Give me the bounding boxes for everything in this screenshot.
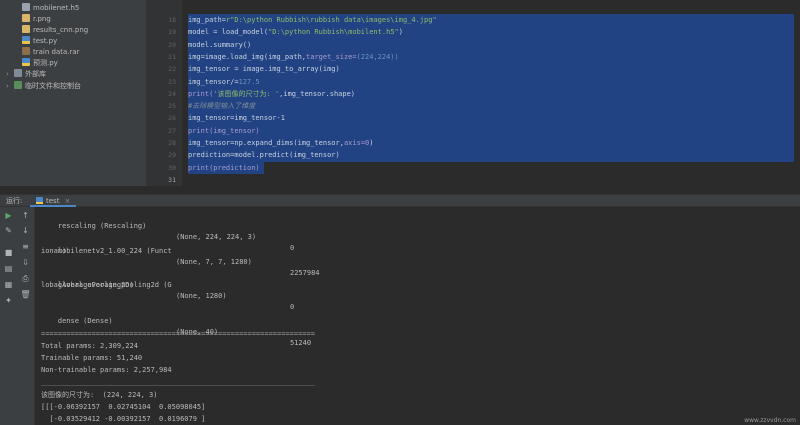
code-line[interactable]: print(prediction) [188, 162, 260, 174]
layout-icon[interactable]: ▤ [3, 263, 14, 274]
project-tree-panel: mobilenet.h5 r.png results_cnn.png test.… [0, 0, 146, 186]
archive-file-icon [22, 47, 30, 55]
code-line[interactable]: #去除模型输入了维度 [188, 100, 255, 112]
tree-item-external-libraries[interactable]: › 外部库 [6, 68, 46, 80]
console-line: [[[-0.06392157 0.02745104 0.05098045] [41, 403, 206, 411]
run-toolbar: ▶ ✎ ■ ▤ ▦ ✦ [0, 207, 17, 425]
wrench-icon[interactable]: ✎ [3, 225, 14, 236]
console-line: Non-trainable params: 2,257,984 [41, 366, 172, 374]
console-line: dense (Dense) (None, 40) 51240 [57, 317, 312, 347]
current-line-number: 31 [168, 175, 176, 184]
code-line[interactable]: img=image.load_img(img_path,target_size=… [188, 51, 399, 63]
run-tab-test[interactable]: test × [30, 195, 77, 207]
pin-icon[interactable]: ✦ [3, 295, 14, 306]
code-line[interactable]: img_tensor/=127.5 [188, 76, 260, 88]
code-line[interactable]: img_path=r"D:\python Rubbish\rubbish dat… [188, 14, 437, 26]
h5-file-icon [22, 3, 30, 11]
line-number: 28 [168, 139, 176, 147]
scroll-up-icon[interactable]: ↑ [20, 210, 31, 221]
scratches-icon [14, 81, 22, 89]
line-number: 21 [168, 52, 176, 61]
python-file-icon [22, 36, 30, 44]
code-line[interactable]: img_tensor=np.expand_dims(img_tensor,axi… [188, 137, 373, 149]
line-number: 19 [168, 28, 176, 37]
chevron-right-icon[interactable]: › [6, 80, 14, 92]
print-output-icon[interactable]: ⎙ [20, 273, 31, 284]
console-line: rescaling (Rescaling) (None, 224, 224, 3… [57, 222, 295, 252]
trash-icon[interactable]: 🗑 [20, 289, 31, 300]
soft-wrap-icon[interactable]: ≡ [20, 241, 31, 252]
code-line[interactable]: img_tensor=img_tensor-1 [188, 112, 285, 124]
scroll-down-icon[interactable]: ↓ [20, 225, 31, 236]
line-number: 26 [168, 114, 176, 123]
line-number: 18 [168, 16, 176, 24]
png-file-icon [22, 25, 30, 33]
code-line[interactable]: print(img_tensor) [188, 125, 260, 137]
console-line: mobilenetv2_1.00_224 (Funct (None, 7, 7,… [57, 247, 320, 277]
tree-item-scratches[interactable]: › 临时文件和控制台 [6, 80, 81, 92]
code-editor[interactable]: img_path=r"D:\python Rubbish\rubbish dat… [182, 0, 800, 186]
console-line: global_average_pooling2d (G (None, 1280)… [57, 281, 295, 311]
summary-rule: ========================================… [41, 330, 315, 338]
code-line[interactable]: img_tensor = image.img_to_array(img) [188, 63, 340, 75]
library-icon [14, 69, 22, 77]
code-line[interactable]: model.summary() [188, 39, 251, 51]
summary-rule: ________________________________________… [41, 378, 315, 386]
run-label: 运行: [6, 197, 23, 205]
line-number: 20 [168, 40, 176, 49]
scroll-to-end-icon[interactable]: ⇩ [20, 257, 31, 268]
code-line[interactable]: model = load_model("D:\python Rubbish\mo… [188, 26, 403, 38]
line-number: 30 [168, 163, 176, 172]
code-line[interactable]: prediction=model.predict(img_tensor) [188, 149, 340, 161]
python-file-icon [22, 58, 30, 66]
line-number: 29 [168, 151, 176, 160]
console-line: ional) [41, 247, 67, 255]
run-tool-header: 运行: test × [0, 194, 800, 207]
line-number: 27 [168, 126, 176, 135]
console-line: [-0.03529412 -0.00392157 0.0196079 ] [41, 415, 206, 423]
console-output[interactable]: rescaling (Rescaling) (None, 224, 224, 3… [35, 207, 800, 425]
console-line: 该图像的尺寸为: (224, 224, 3) [41, 391, 158, 399]
console-line: Trainable params: 51,240 [41, 354, 143, 362]
console-line: Total params: 2,309,224 [41, 342, 138, 350]
console-line: lobalAveragePooling2D) [41, 281, 134, 289]
png-file-icon [22, 14, 30, 22]
python-file-icon [36, 197, 43, 204]
line-number: 23 [168, 77, 176, 86]
run-toolbar-secondary: ↑ ↓ ≡ ⇩ ⎙ 🗑 [17, 207, 35, 425]
code-line[interactable]: print('该图像的尺寸为: ',img_tensor.shape) [188, 88, 355, 100]
print-icon[interactable]: ▦ [3, 279, 14, 290]
close-icon[interactable]: × [64, 197, 70, 205]
chevron-right-icon[interactable]: › [6, 68, 14, 80]
splitter[interactable] [0, 186, 800, 194]
rerun-icon[interactable]: ▶ [3, 210, 14, 221]
line-number-gutter: 18 19 20 21 22 23 24 25 26 27 28 29 30 3… [146, 0, 182, 186]
line-number: 22 [168, 65, 176, 74]
line-number: 25 [168, 102, 176, 111]
top-area: mobilenet.h5 r.png results_cnn.png test.… [0, 0, 800, 186]
watermark: www.zzvvdn.com [744, 417, 796, 424]
line-number: 24 [168, 89, 176, 98]
stop-icon[interactable]: ■ [3, 247, 14, 258]
